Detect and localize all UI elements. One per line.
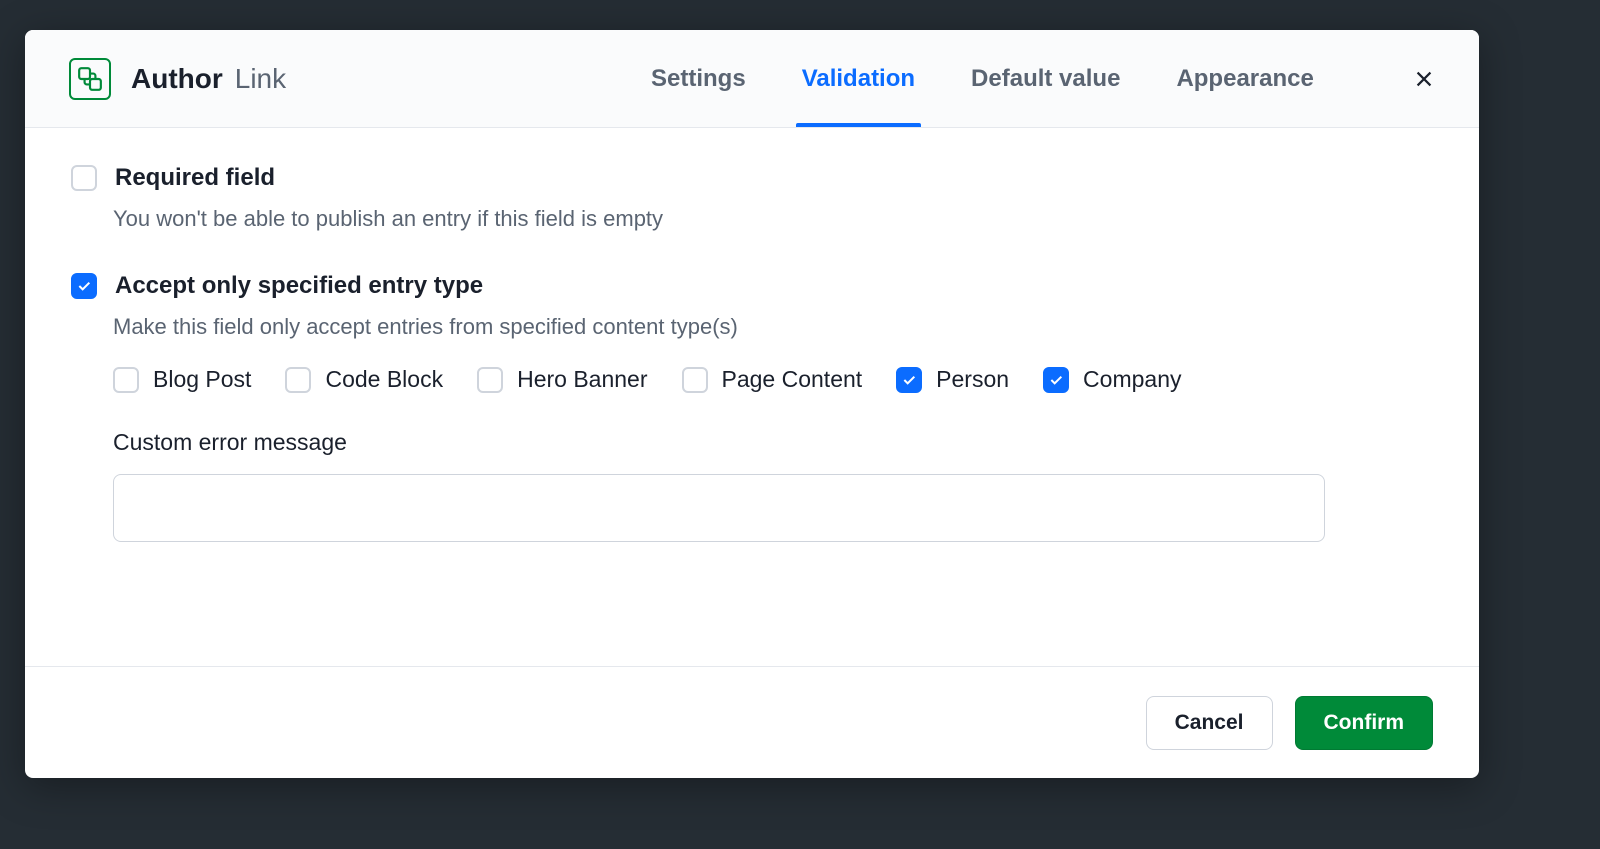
content-type-checkbox-person[interactable]	[896, 367, 922, 393]
accept-specified-description: Make this field only accept entries from…	[113, 314, 1433, 340]
tab-appearance[interactable]: Appearance	[1170, 30, 1319, 127]
close-button[interactable]	[1409, 64, 1439, 94]
content-type-checkbox-code-block[interactable]	[285, 367, 311, 393]
tab-validation[interactable]: Validation	[796, 30, 921, 127]
custom-error-input[interactable]	[113, 474, 1325, 542]
reference-link-icon	[69, 58, 111, 100]
accept-specified-checkbox[interactable]	[71, 273, 97, 299]
field-type-label: Link	[235, 63, 286, 95]
tab-default-value[interactable]: Default value	[965, 30, 1126, 127]
custom-error-label: Custom error message	[113, 429, 1433, 456]
option-required-field: Required field You won't be able to publ…	[71, 164, 1433, 232]
confirm-button[interactable]: Confirm	[1295, 696, 1434, 750]
required-field-checkbox[interactable]	[71, 165, 97, 191]
content-type-checkbox-company[interactable]	[1043, 367, 1069, 393]
content-type-label: Blog Post	[153, 366, 251, 393]
content-type-label: Page Content	[722, 366, 863, 393]
modal-body: Required field You won't be able to publ…	[25, 128, 1479, 666]
content-type-checkbox-blog-post[interactable]	[113, 367, 139, 393]
cancel-button[interactable]: Cancel	[1146, 696, 1273, 750]
content-type-label: Code Block	[325, 366, 443, 393]
required-field-label: Required field	[115, 164, 275, 192]
field-name: Author	[131, 63, 223, 95]
required-field-description: You won't be able to publish an entry if…	[113, 206, 1433, 232]
content-type-label: Person	[936, 366, 1009, 393]
field-settings-modal: Author Link Settings Validation Default …	[25, 30, 1479, 778]
modal-footer: Cancel Confirm	[25, 666, 1479, 778]
content-type-option[interactable]: Page Content	[682, 366, 863, 393]
content-type-checkbox-hero-banner[interactable]	[477, 367, 503, 393]
content-type-list: Blog Post Code Block Hero Banner Page Co…	[113, 366, 1433, 393]
content-type-option[interactable]: Person	[896, 366, 1009, 393]
tab-settings[interactable]: Settings	[645, 30, 752, 127]
modal-tabs: Settings Validation Default value Appear…	[645, 30, 1320, 127]
accept-specified-label: Accept only specified entry type	[115, 272, 483, 300]
content-type-option[interactable]: Blog Post	[113, 366, 251, 393]
content-type-label: Company	[1083, 366, 1181, 393]
option-accept-specified: Accept only specified entry type Make th…	[71, 272, 1433, 542]
content-type-label: Hero Banner	[517, 366, 647, 393]
content-type-option[interactable]: Hero Banner	[477, 366, 647, 393]
content-type-option[interactable]: Code Block	[285, 366, 443, 393]
modal-header: Author Link Settings Validation Default …	[25, 30, 1479, 128]
content-type-checkbox-page-content[interactable]	[682, 367, 708, 393]
content-type-option[interactable]: Company	[1043, 366, 1181, 393]
